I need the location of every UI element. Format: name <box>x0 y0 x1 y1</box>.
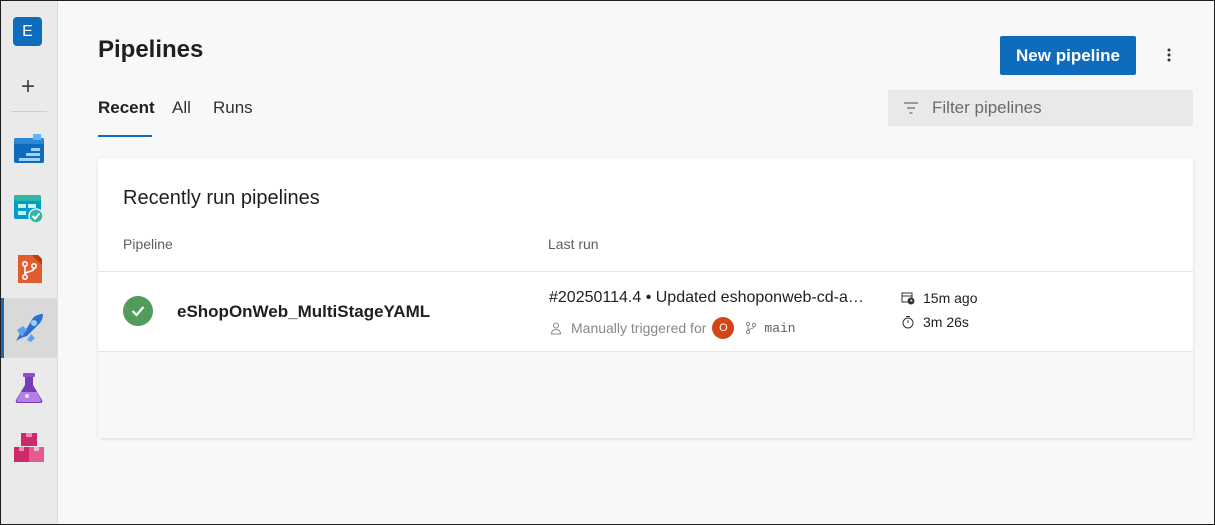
stopwatch-icon <box>902 316 914 329</box>
card-empty-area <box>98 352 1193 438</box>
repos-icon <box>18 255 42 283</box>
left-navigation: E + <box>1 1 58 524</box>
nav-item-test-plans[interactable] <box>1 358 57 418</box>
run-trigger-info: Manually triggered for O main <box>549 316 796 340</box>
nav-item-overview[interactable] <box>1 119 57 179</box>
new-pipeline-button[interactable]: New pipeline <box>1000 36 1136 75</box>
avatar: O <box>712 317 735 339</box>
organization-badge[interactable]: E <box>13 17 42 46</box>
artifacts-icon <box>14 433 44 462</box>
tab-runs[interactable]: Runs <box>213 98 253 138</box>
run-title-link[interactable]: #20250114.4 • Updated eshoponweb-cd-aci.… <box>549 289 869 307</box>
run-ago-text: 15m ago <box>923 290 978 306</box>
boards-icon <box>14 195 44 224</box>
calendar-clock-icon <box>901 292 915 305</box>
success-status-icon <box>123 296 153 326</box>
table-row[interactable]: eShopOnWeb_MultiStageYAML #20250114.4 • … <box>98 272 1193 352</box>
pipelines-icon <box>16 314 43 342</box>
column-header-last-run: Last run <box>548 236 599 252</box>
column-header-pipeline: Pipeline <box>123 236 173 252</box>
recently-run-card: Recently run pipelines Pipeline Last run… <box>98 158 1193 438</box>
filter-pipelines-box[interactable] <box>888 90 1193 126</box>
person-icon <box>550 322 562 335</box>
run-duration-text: 3m 26s <box>923 314 969 330</box>
nav-item-artifacts[interactable] <box>1 418 57 478</box>
nav-item-repos[interactable] <box>1 239 57 299</box>
tab-recent[interactable]: Recent <box>98 98 155 138</box>
checkmark-icon <box>131 306 145 317</box>
more-vertical-icon <box>1167 48 1171 62</box>
trigger-text: Manually triggered for <box>571 320 707 336</box>
card-title: Recently run pipelines <box>123 187 320 209</box>
add-button[interactable]: + <box>15 73 41 100</box>
filter-input[interactable] <box>932 98 1172 118</box>
branch-icon <box>746 321 757 335</box>
filter-icon <box>904 102 918 114</box>
run-duration: 3m 26s <box>901 314 969 330</box>
nav-divider <box>11 111 47 112</box>
page-title: Pipelines <box>98 36 204 63</box>
row-divider <box>98 351 1193 352</box>
more-options-button[interactable] <box>1158 42 1180 68</box>
overview-icon <box>14 134 44 163</box>
branch-name: main <box>764 320 796 336</box>
pipeline-name-link[interactable]: eShopOnWeb_MultiStageYAML <box>177 302 430 322</box>
run-ago: 15m ago <box>901 290 977 306</box>
test-plans-icon <box>15 373 43 403</box>
nav-item-boards[interactable] <box>1 179 57 239</box>
tab-all[interactable]: All <box>172 98 191 138</box>
nav-item-pipelines[interactable] <box>1 298 57 358</box>
